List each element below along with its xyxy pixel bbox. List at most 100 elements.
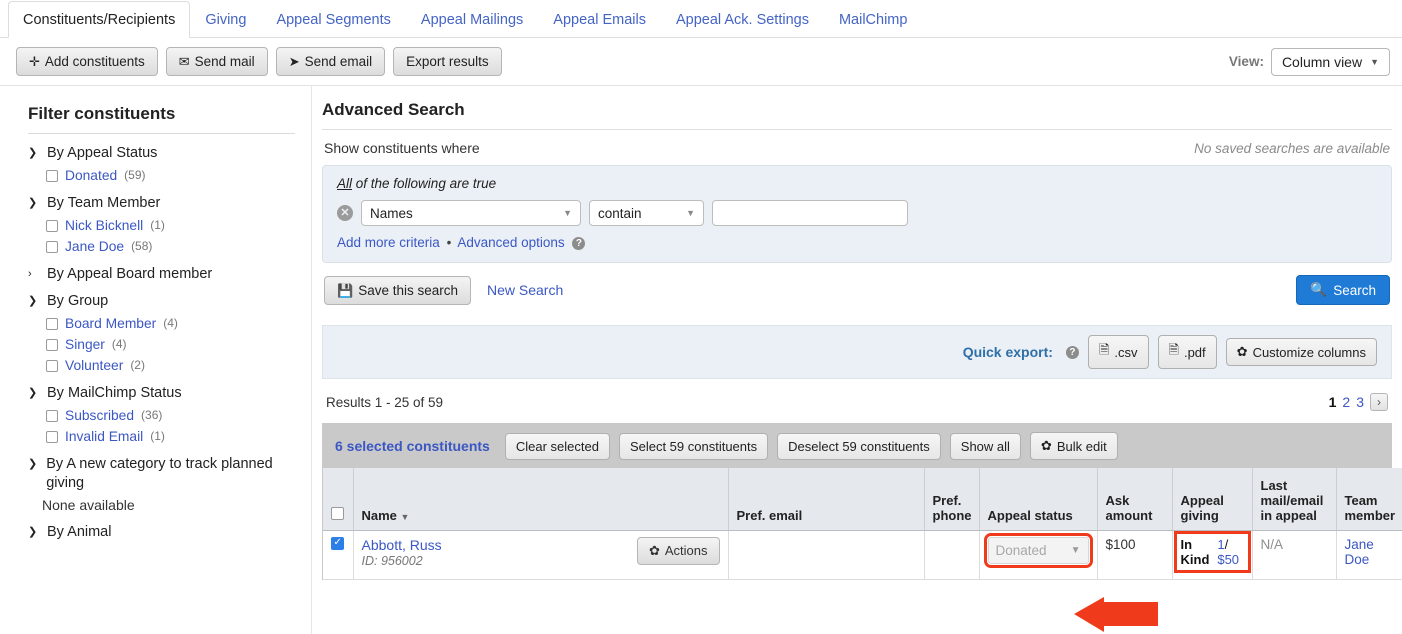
filter-group-header-planned-giving[interactable]: ❯ By A new category to track planned giv… bbox=[28, 455, 295, 493]
filter-item-label[interactable]: Singer bbox=[65, 336, 105, 353]
export-csv-button[interactable]: 🗎 .csv bbox=[1088, 335, 1149, 369]
filter-item-count: (4) bbox=[163, 315, 178, 332]
appeal-giving-count[interactable]: 1 bbox=[1217, 537, 1224, 552]
add-more-criteria-link[interactable]: Add more criteria bbox=[337, 235, 440, 250]
filter-group-header-animal[interactable]: ❯ By Animal bbox=[28, 523, 295, 542]
next-page-button[interactable]: › bbox=[1370, 393, 1388, 411]
criteria-operator-value: contain bbox=[598, 206, 642, 221]
checkbox-icon[interactable] bbox=[46, 318, 58, 330]
search-button[interactable]: 🔍 Search bbox=[1296, 275, 1390, 305]
select-all-header[interactable] bbox=[323, 468, 353, 530]
constituent-name-link[interactable]: Abbott, Russ bbox=[362, 537, 442, 553]
appeal-giving-amount[interactable]: $50 bbox=[1217, 552, 1239, 567]
checkbox-icon-checked[interactable] bbox=[331, 537, 344, 550]
view-mode-select[interactable]: Column view ▼ bbox=[1271, 48, 1390, 76]
tab-giving[interactable]: Giving bbox=[190, 1, 261, 37]
checkbox-icon[interactable] bbox=[46, 431, 58, 443]
page-3[interactable]: 3 bbox=[1356, 394, 1364, 410]
send-mail-button[interactable]: ✉ Send mail bbox=[166, 47, 268, 76]
help-icon[interactable]: ? bbox=[572, 237, 585, 250]
checkbox-icon[interactable] bbox=[46, 220, 58, 232]
filter-item-label[interactable]: Invalid Email bbox=[65, 428, 143, 445]
remove-criteria-icon[interactable]: ✕ bbox=[337, 205, 353, 221]
results-grid: 6 selected constituents Clear selected S… bbox=[322, 423, 1392, 580]
deselect-all-button[interactable]: Deselect 59 constituents bbox=[777, 433, 941, 460]
appeal-status-select[interactable]: Donated ▼ bbox=[988, 537, 1089, 564]
show-where-label: Show constituents where bbox=[324, 140, 480, 156]
results-summary-row: Results 1 - 25 of 59 1 2 3 › bbox=[322, 379, 1392, 423]
criteria-operator-select[interactable]: contain ▼ bbox=[589, 200, 704, 226]
filter-item-subscribed[interactable]: Subscribed (36) bbox=[28, 405, 295, 426]
checkbox-icon[interactable] bbox=[46, 339, 58, 351]
filter-item-singer[interactable]: Singer (4) bbox=[28, 334, 295, 355]
criteria-conjunction-all[interactable]: All bbox=[337, 176, 352, 191]
filter-item-board-member[interactable]: Board Member (4) bbox=[28, 313, 295, 334]
bulk-edit-button[interactable]: ✿ Bulk edit bbox=[1030, 432, 1118, 460]
tab-appeal-emails[interactable]: Appeal Emails bbox=[538, 1, 661, 37]
filter-item-count: (36) bbox=[141, 407, 162, 424]
tab-appeal-segments[interactable]: Appeal Segments bbox=[261, 1, 405, 37]
filter-item-jane-doe[interactable]: Jane Doe (58) bbox=[28, 236, 295, 257]
column-header-last-mail-email[interactable]: Last mail/email in appeal bbox=[1252, 468, 1336, 530]
add-constituents-button[interactable]: ✛ Add constituents bbox=[16, 47, 158, 76]
filter-group-header-team-member[interactable]: ❯ By Team Member bbox=[28, 194, 295, 213]
filter-group-header-mailchimp-status[interactable]: ❯ By MailChimp Status bbox=[28, 384, 295, 403]
filter-item-label[interactable]: Jane Doe bbox=[65, 238, 124, 255]
filter-item-label[interactable]: Volunteer bbox=[65, 357, 123, 374]
show-all-button[interactable]: Show all bbox=[950, 433, 1021, 460]
help-icon[interactable]: ? bbox=[1066, 346, 1079, 359]
column-header-appeal-giving[interactable]: Appeal giving bbox=[1172, 468, 1252, 530]
checkbox-icon[interactable] bbox=[46, 241, 58, 253]
filter-item-nick-bicknell[interactable]: Nick Bicknell (1) bbox=[28, 215, 295, 236]
select-all-button[interactable]: Select 59 constituents bbox=[619, 433, 768, 460]
save-this-search-button[interactable]: 💾 Save this search bbox=[324, 276, 471, 305]
filter-item-label[interactable]: Nick Bicknell bbox=[65, 217, 143, 234]
tab-mailchimp[interactable]: MailChimp bbox=[824, 1, 923, 37]
customize-columns-button[interactable]: ✿ Customize columns bbox=[1226, 338, 1377, 366]
tab-appeal-mailings[interactable]: Appeal Mailings bbox=[406, 1, 538, 37]
filter-item-volunteer[interactable]: Volunteer (2) bbox=[28, 355, 295, 376]
row-actions-button[interactable]: ✿ Actions bbox=[637, 537, 720, 565]
column-header-appeal-status[interactable]: Appeal status bbox=[979, 468, 1097, 530]
column-header-name[interactable]: Name ▼ bbox=[353, 468, 728, 530]
export-pdf-button[interactable]: 🗎 .pdf bbox=[1158, 335, 1217, 369]
send-email-button[interactable]: ➤ Send email bbox=[276, 47, 385, 76]
advanced-options-link[interactable]: Advanced options bbox=[457, 235, 564, 250]
criteria-links: Add more criteria • Advanced options ? bbox=[337, 235, 1377, 250]
column-header-ask-amount[interactable]: Ask amount bbox=[1097, 468, 1172, 530]
filter-item-label[interactable]: Board Member bbox=[65, 315, 156, 332]
export-results-button[interactable]: Export results bbox=[393, 47, 502, 76]
filter-sidebar: Filter constituents ❯ By Appeal Status D… bbox=[0, 86, 312, 634]
page-1[interactable]: 1 bbox=[1329, 394, 1337, 410]
team-member-link[interactable]: Jane Doe bbox=[1345, 537, 1374, 567]
criteria-field-select[interactable]: Names ▼ bbox=[361, 200, 581, 226]
checkbox-icon[interactable] bbox=[46, 170, 58, 182]
criteria-box: All of the following are true ✕ Names ▼ … bbox=[322, 165, 1392, 263]
page-2[interactable]: 2 bbox=[1342, 394, 1350, 410]
tab-constituents-recipients[interactable]: Constituents/Recipients bbox=[8, 1, 190, 38]
row-select-cell[interactable] bbox=[323, 530, 353, 579]
filter-group-label: By Team Member bbox=[47, 194, 160, 213]
search-icon: 🔍 bbox=[1310, 282, 1327, 298]
new-search-link[interactable]: New Search bbox=[487, 282, 563, 298]
column-header-team-member[interactable]: Team member bbox=[1336, 468, 1402, 530]
selected-count-label[interactable]: 6 selected constituents bbox=[335, 438, 490, 454]
filter-item-donated[interactable]: Donated (59) bbox=[28, 165, 295, 186]
filter-item-invalid-email[interactable]: Invalid Email (1) bbox=[28, 426, 295, 447]
filter-item-label[interactable]: Subscribed bbox=[65, 407, 134, 424]
column-header-pref-email[interactable]: Pref. email bbox=[728, 468, 924, 530]
clear-selected-button[interactable]: Clear selected bbox=[505, 433, 610, 460]
filter-item-label[interactable]: Donated bbox=[65, 167, 117, 184]
checkbox-icon[interactable] bbox=[46, 360, 58, 372]
filter-group-header-group[interactable]: ❯ By Group bbox=[28, 292, 295, 311]
checkbox-icon[interactable] bbox=[331, 507, 344, 520]
appeal-giving-kind: In Kind bbox=[1181, 537, 1213, 567]
tab-appeal-ack-settings[interactable]: Appeal Ack. Settings bbox=[661, 1, 824, 37]
column-header-pref-phone[interactable]: Pref. phone bbox=[924, 468, 979, 530]
checkbox-icon[interactable] bbox=[46, 410, 58, 422]
criteria-value-input[interactable] bbox=[712, 200, 908, 226]
chevron-down-icon: ▼ bbox=[676, 208, 695, 218]
filter-group-header-appeal-status[interactable]: ❯ By Appeal Status bbox=[28, 144, 295, 163]
filter-group-header-appeal-board-member[interactable]: › By Appeal Board member bbox=[28, 265, 295, 284]
filter-group-label: By Animal bbox=[47, 523, 111, 542]
